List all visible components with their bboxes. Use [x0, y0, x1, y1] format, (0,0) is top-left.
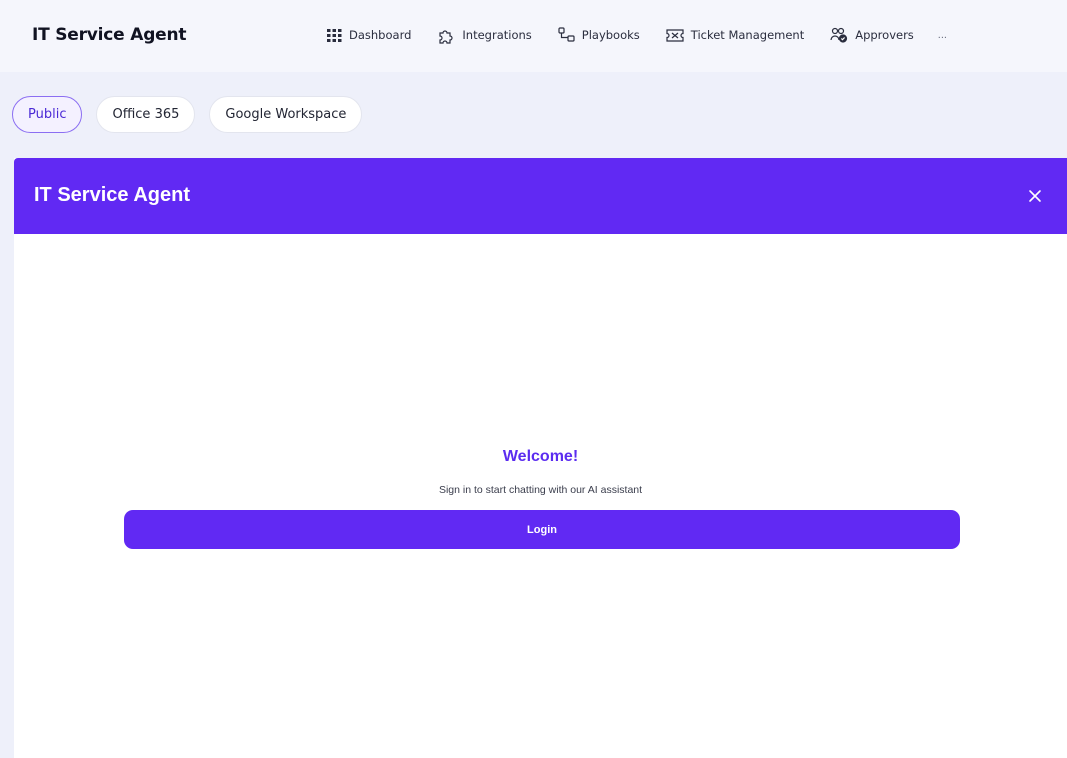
app-title: IT Service Agent: [32, 25, 187, 45]
chat-panel: IT Service Agent Welcome! Sign in to sta…: [14, 158, 1067, 758]
top-navigation-bar: IT Service Agent Dashboard Integrations: [0, 0, 1067, 72]
nav-item-label: Ticket Management: [690, 28, 805, 42]
puzzle-icon: [437, 27, 455, 44]
nav-item-ticket-management[interactable]: Ticket Management: [666, 26, 804, 44]
nav-item-label: Dashboard: [349, 28, 412, 42]
workspace-tabs: Public Office 365 Google Workspace: [12, 96, 363, 133]
more-menu-button[interactable]: ...: [938, 29, 947, 41]
close-icon: [1027, 190, 1043, 208]
login-button[interactable]: Login: [124, 510, 960, 549]
tab-google-workspace[interactable]: Google Workspace: [209, 96, 363, 133]
chat-panel-header: IT Service Agent: [14, 158, 1067, 234]
workflow-icon: [558, 27, 575, 43]
tab-public[interactable]: Public: [12, 96, 83, 133]
nav-item-label: Approvers: [855, 28, 914, 42]
welcome-subtitle: Sign in to start chatting with our AI as…: [438, 484, 643, 496]
nav-item-dashboard[interactable]: Dashboard: [327, 26, 411, 44]
ticket-icon: [666, 28, 684, 42]
close-button[interactable]: [1027, 188, 1043, 204]
users-check-icon: [830, 27, 848, 43]
nav-item-label: Integrations: [462, 28, 532, 42]
nav-item-playbooks[interactable]: Playbooks: [558, 26, 640, 44]
nav-item-integrations[interactable]: Integrations: [437, 26, 532, 44]
nav-item-label: Playbooks: [581, 28, 640, 42]
nav-item-approvers[interactable]: Approvers: [830, 26, 914, 44]
tab-office-365[interactable]: Office 365: [96, 96, 196, 133]
grid-icon: [327, 28, 342, 42]
main-nav: Dashboard Integrations Playbooks Ticket …: [327, 26, 947, 44]
chat-panel-title: IT Service Agent: [34, 184, 190, 206]
welcome-title: Welcome!: [502, 448, 579, 465]
